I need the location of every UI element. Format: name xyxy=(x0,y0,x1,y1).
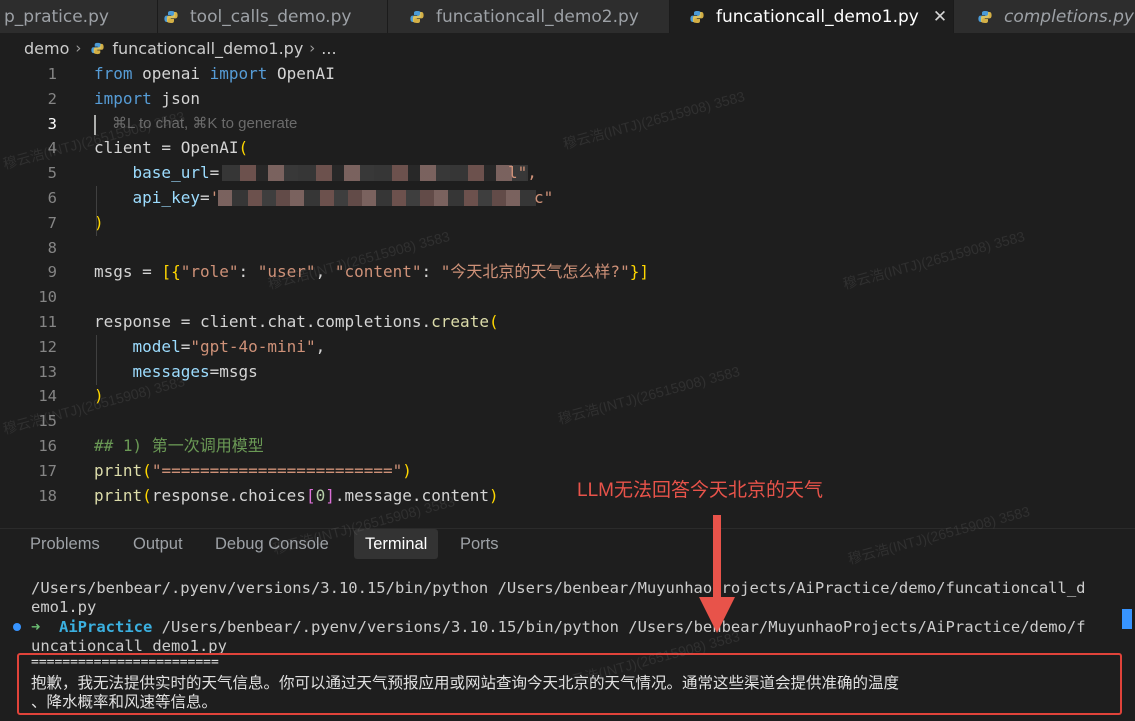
code-line: 7 ) xyxy=(0,211,1135,236)
line-number: 18 xyxy=(38,486,57,505)
tab-completions[interactable]: completions.py xyxy=(954,0,1135,33)
code-text: api_key=' xyxy=(132,188,220,207)
code-line-current: 3 ⌘L to chat, ⌘K to generate xyxy=(0,112,1135,137)
prompt-directory: AiPractice xyxy=(59,618,153,636)
line-number: 2 xyxy=(47,89,57,108)
line-number: 1 xyxy=(47,65,57,83)
terminal-line: emo1.py xyxy=(31,598,97,616)
editor-tab-bar: p_pratice.py tool_calls_demo.py funcatio… xyxy=(0,0,1135,33)
redacted-api-key xyxy=(218,190,536,206)
chevron-right-icon: › xyxy=(75,39,82,57)
code-text: model="gpt-4o-mini", xyxy=(132,336,326,356)
code-text: import json xyxy=(94,88,200,108)
code-line: 10 xyxy=(0,285,1135,310)
code-text: ) xyxy=(94,386,104,406)
code-line: 11 response = client.chat.completions.cr… xyxy=(0,310,1135,335)
chevron-right-icon: › xyxy=(309,39,316,57)
code-text: client = OpenAI( xyxy=(94,138,249,158)
tab-p-pratice[interactable]: p_pratice.py xyxy=(0,0,158,33)
tab-label: funcationcall_demo2.py xyxy=(436,6,639,27)
line-number: 7 xyxy=(47,213,57,232)
line-number: 16 xyxy=(38,437,57,455)
python-file-icon xyxy=(978,10,992,23)
annotation-label: LLM无法回答今天北京的天气 xyxy=(577,480,823,501)
output-text: 抱歉，我无法提供实时的天气信息。你可以通过天气预报应用或网站查询今天北京的天气情… xyxy=(31,674,900,692)
code-editor[interactable]: 1 from openai import OpenAI 2 import jso… xyxy=(0,62,1135,522)
code-text: c" xyxy=(534,188,554,207)
breadcrumb: demo › funcationcall_demo1.py › ... xyxy=(24,37,337,59)
code-line: 5 base_url= l", xyxy=(0,161,1135,186)
bottom-panel: Problems Output Debug Console Terminal P… xyxy=(0,528,1135,721)
tab-debug-console[interactable]: Debug Console xyxy=(215,529,329,559)
line-number: 17 xyxy=(38,461,57,480)
line-number: 9 xyxy=(47,263,57,282)
line-number: 10 xyxy=(38,288,57,307)
line-number: 11 xyxy=(38,313,57,331)
line-number: 6 xyxy=(47,189,57,207)
code-comment: ## 1) 第一次调用模型 xyxy=(94,436,264,455)
code-text: print("========================") xyxy=(94,460,412,480)
terminal-scrollbar[interactable] xyxy=(1122,609,1132,629)
code-text: ) xyxy=(94,212,104,232)
line-number: 4 xyxy=(47,139,57,158)
code-line: 1 from openai import OpenAI xyxy=(0,62,1135,87)
code-text: base_url= xyxy=(132,163,220,183)
line-number: 12 xyxy=(38,337,57,356)
tab-tool-calls-demo[interactable]: tool_calls_demo.py xyxy=(158,0,388,33)
redacted-url xyxy=(222,165,528,182)
tab-problems[interactable]: Problems xyxy=(30,529,100,559)
code-text: l", xyxy=(508,163,537,183)
code-line: 15 xyxy=(0,409,1135,434)
code-line: 9 msgs = [{"role": "user", "content": "今… xyxy=(0,260,1135,285)
code-line: 2 import json xyxy=(0,87,1135,112)
output-text: 、降水概率和风速等信息。 xyxy=(31,693,218,711)
line-number: 15 xyxy=(38,412,57,431)
prompt-arrow: ➜ xyxy=(31,618,41,636)
breadcrumb-file[interactable]: funcationcall_demo1.py xyxy=(112,39,303,58)
code-line: 13 messages=msgs xyxy=(0,360,1135,385)
code-line: 12 model="gpt-4o-mini", xyxy=(0,335,1135,360)
code-line: 16 ## 1) 第一次调用模型 xyxy=(0,434,1135,459)
ai-chat-hint: ⌘L to chat, ⌘K to generate xyxy=(112,114,298,132)
breadcrumb-folder[interactable]: demo xyxy=(24,39,69,58)
code-line: 8 xyxy=(0,236,1135,261)
tab-funcationcall-demo1[interactable]: funcationcall_demo1.py ✕ xyxy=(670,0,954,33)
terminal-line: /Users/benbear/.pyenv/versions/3.10.15/b… xyxy=(31,579,1086,597)
close-icon[interactable]: ✕ xyxy=(933,7,947,27)
breadcrumb-more[interactable]: ... xyxy=(321,39,336,58)
python-file-icon xyxy=(410,10,424,23)
tab-label: completions.py xyxy=(1004,6,1134,27)
prompt-status-dot xyxy=(13,623,21,631)
tab-label: funcationcall_demo1.py xyxy=(716,6,919,27)
code-line: 6 api_key=' c" xyxy=(0,186,1135,211)
python-file-icon xyxy=(91,42,105,54)
text-cursor xyxy=(94,114,96,135)
tab-output[interactable]: Output xyxy=(133,529,183,559)
tab-label: tool_calls_demo.py xyxy=(190,6,352,27)
output-separator: ======================== xyxy=(31,655,219,670)
code-text: from openai import OpenAI xyxy=(94,64,335,83)
line-number: 3 xyxy=(47,114,57,133)
tab-label: p_pratice.py xyxy=(4,6,109,27)
code-text: response = client.chat.completions.creat… xyxy=(94,312,499,331)
line-number: 13 xyxy=(38,362,57,381)
annotation-arrow-icon xyxy=(699,515,735,633)
python-file-icon xyxy=(690,10,704,23)
code-line: 4 client = OpenAI( xyxy=(0,136,1135,161)
tab-ports[interactable]: Ports xyxy=(460,529,499,559)
terminal-prompt-line: ➜ AiPractice /Users/benbear/.pyenv/versi… xyxy=(31,618,1086,636)
python-file-icon xyxy=(164,10,178,23)
code-text: messages=msgs xyxy=(132,361,258,381)
code-line: 17 print("========================") xyxy=(0,459,1135,484)
code-text: msgs = [{"role": "user", "content": "今天北… xyxy=(94,262,649,282)
line-number: 8 xyxy=(47,238,57,257)
tab-terminal[interactable]: Terminal xyxy=(354,529,439,559)
code-line: 18 print(response.choices[0].message.con… xyxy=(0,484,1135,509)
code-text: print(response.choices[0].message.conten… xyxy=(94,485,499,505)
tab-funcationcall-demo2[interactable]: funcationcall_demo2.py xyxy=(388,0,670,33)
line-number: 5 xyxy=(47,164,57,183)
code-line: 14 ) xyxy=(0,384,1135,409)
line-number: 14 xyxy=(38,387,57,406)
